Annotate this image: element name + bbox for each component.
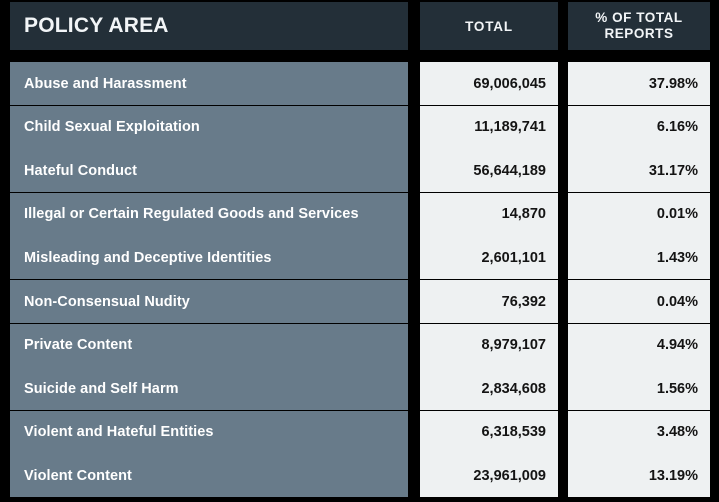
cell-policy-area: Hateful Conduct <box>10 149 408 193</box>
table-row: Violent and Hateful Entities 6,318,539 3.4… <box>10 410 710 454</box>
cell-pct-of-total-reports: 3.48% <box>568 410 710 454</box>
table-row: Abuse and Harassment 69,006,045 37.98% <box>10 62 710 105</box>
column-header-pct-line1: % OF TOTAL <box>595 10 683 26</box>
table-row: Private Content 8,979,107 4.94% <box>10 323 710 367</box>
cell-total: 23,961,009 <box>420 454 558 498</box>
table-row: Violent Content 23,961,009 13.19% <box>10 454 710 498</box>
cell-total: 2,834,608 <box>420 367 558 411</box>
cell-pct-of-total-reports: 0.04% <box>568 280 710 323</box>
cell-policy-area: Illegal or Certain Regulated Goods and S… <box>10 192 408 236</box>
cell-policy-area: Misleading and Deceptive Identities <box>10 236 408 280</box>
cell-pct-of-total-reports: 31.17% <box>568 149 710 193</box>
cell-pct-of-total-reports: 4.94% <box>568 323 710 367</box>
cell-policy-area: Non-Consensual Nudity <box>10 280 408 323</box>
cell-policy-area: Child Sexual Exploitation <box>10 105 408 149</box>
column-header-pct-of-total-reports: % OF TOTAL REPORTS <box>568 2 710 50</box>
cell-policy-area: Suicide and Self Harm <box>10 367 408 411</box>
cell-total: 76,392 <box>420 280 558 323</box>
cell-pct-of-total-reports: 1.43% <box>568 236 710 280</box>
cell-total: 2,601,101 <box>420 236 558 280</box>
column-header-pct-line2: REPORTS <box>604 26 674 41</box>
column-header-policy-area: POLICY AREA <box>10 2 408 50</box>
cell-total: 14,870 <box>420 192 558 236</box>
table-row: Hateful Conduct 56,644,189 31.17% <box>10 149 710 193</box>
cell-pct-of-total-reports: 6.16% <box>568 105 710 149</box>
table-header-row: POLICY AREA TOTAL % OF TOTAL REPORTS <box>10 2 710 50</box>
table-row: Child Sexual Exploitation 11,189,741 6.16% <box>10 105 710 149</box>
cell-total: 69,006,045 <box>420 62 558 105</box>
table-row: Misleading and Deceptive Identities 2,601… <box>10 236 710 280</box>
cell-total: 8,979,107 <box>420 323 558 367</box>
table-row: Illegal or Certain Regulated Goods and S… <box>10 192 710 236</box>
cell-pct-of-total-reports: 1.56% <box>568 367 710 411</box>
cell-policy-area: Private Content <box>10 323 408 367</box>
cell-total: 11,189,741 <box>420 105 558 149</box>
cell-total: 56,644,189 <box>420 149 558 193</box>
cell-policy-area: Abuse and Harassment <box>10 62 408 105</box>
table-row: Suicide and Self Harm 2,834,608 1.56% <box>10 367 710 411</box>
cell-pct-of-total-reports: 13.19% <box>568 454 710 498</box>
table-row: Non-Consensual Nudity 76,392 0.04% <box>10 280 710 323</box>
policy-area-report-table: POLICY AREA TOTAL % OF TOTAL REPORTS Abu… <box>0 0 719 502</box>
cell-policy-area: Violent and Hateful Entities <box>10 410 408 454</box>
cell-total: 6,318,539 <box>420 410 558 454</box>
cell-pct-of-total-reports: 0.01% <box>568 192 710 236</box>
column-header-total: TOTAL <box>420 2 558 50</box>
cell-pct-of-total-reports: 37.98% <box>568 62 710 105</box>
cell-policy-area: Violent Content <box>10 454 408 498</box>
